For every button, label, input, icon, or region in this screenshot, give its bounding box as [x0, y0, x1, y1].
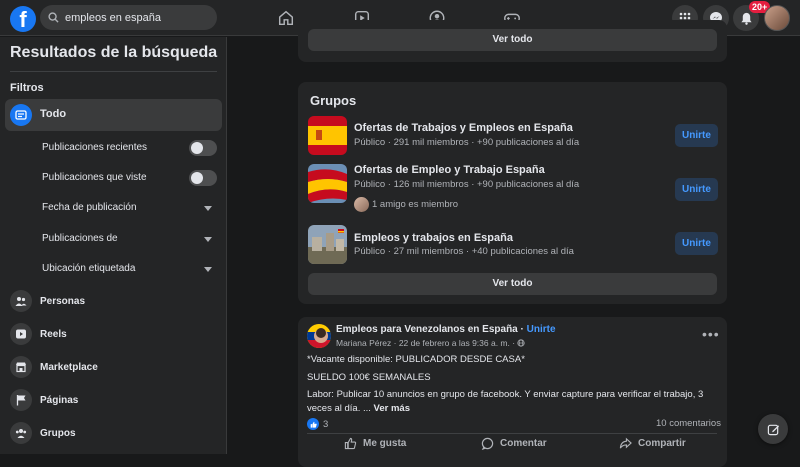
search-box[interactable]	[40, 5, 217, 30]
comment-label: Comentar	[500, 438, 547, 449]
groups-icon	[10, 422, 32, 444]
sidebar-divider	[10, 71, 217, 72]
sidebar-item-label: Marketplace	[40, 361, 98, 373]
group-thumbnail[interactable]	[308, 225, 347, 264]
sidebar-item-marketplace[interactable]: Marketplace	[10, 355, 220, 379]
search-input[interactable]	[65, 11, 205, 24]
group-name[interactable]: Ofertas de Trabajos y Empleos en España	[354, 122, 573, 134]
post-text-line: *Vacante disponible: PUBLICADOR DESDE CA…	[307, 354, 525, 365]
friends-in-group: 1 amigo es miembro	[372, 199, 459, 210]
sidebar-item-people[interactable]: Personas	[10, 289, 220, 313]
groups-section-title: Grupos	[310, 93, 357, 108]
chevron-down-icon[interactable]	[204, 267, 212, 272]
friend-avatar	[354, 197, 369, 212]
search-results-sidebar: Resultados de la búsqueda Filtros Todo P…	[0, 37, 227, 454]
thumbs-up-icon	[344, 437, 357, 450]
post-options-icon[interactable]: •••	[702, 326, 720, 342]
sidebar-item-label: Personas	[40, 295, 86, 307]
post-body: Labor: Publicar 10 anuncios en grupo de …	[307, 388, 717, 416]
sidebar-item-pages[interactable]: Páginas	[10, 388, 220, 412]
sidebar-item-reels[interactable]: Reels	[10, 322, 220, 346]
filter-posted-by[interactable]: Publicaciones de	[42, 233, 118, 244]
like-button[interactable]: Me gusta	[344, 437, 406, 450]
marketplace-icon	[10, 356, 32, 378]
join-group-button[interactable]: Unirte	[675, 178, 718, 201]
recent-posts-toggle[interactable]	[189, 140, 217, 156]
post-group-name[interactable]: Empleos para Venezolanos en España	[336, 324, 518, 335]
filter-seen-posts: Publicaciones que viste	[42, 172, 147, 183]
people-icon	[10, 290, 32, 312]
separator-text: ·	[517, 324, 527, 335]
group-meta: Público · 27 mil miembros · +40 publicac…	[354, 246, 574, 257]
join-group-button[interactable]: Unirte	[675, 232, 718, 255]
sidebar-item-label: Reels	[40, 328, 67, 340]
sidebar-item-label: Grupos	[40, 427, 76, 439]
sidebar-item-groups[interactable]: Grupos	[10, 421, 220, 445]
all-results-icon	[10, 104, 32, 126]
comments-count[interactable]: 10 comentarios	[656, 418, 721, 429]
sidebar-item-label: Páginas	[40, 394, 79, 406]
post-author-line: Mariana Pérez · 22 de febrero a las 9:36…	[336, 338, 526, 348]
home-icon[interactable]	[276, 8, 296, 28]
comment-bubble-icon	[481, 437, 494, 450]
post-join-link[interactable]: Unirte	[527, 324, 556, 335]
join-group-button[interactable]: Unirte	[675, 124, 718, 147]
seen-posts-toggle[interactable]	[189, 170, 217, 186]
share-arrow-icon	[619, 437, 632, 449]
group-meta: Público · 291 mil miembros · +90 publica…	[354, 137, 580, 148]
reactions-summary[interactable]: 3	[307, 418, 328, 430]
new-message-button[interactable]	[758, 414, 788, 444]
sidebar-item-label: Todo	[40, 108, 67, 120]
group-thumbnail[interactable]	[308, 164, 347, 203]
groups-results-card	[298, 82, 727, 304]
chevron-down-icon[interactable]	[204, 237, 212, 242]
see-more-link[interactable]: Ver más	[374, 403, 410, 414]
chevron-down-icon[interactable]	[204, 206, 212, 211]
share-button[interactable]: Compartir	[619, 437, 686, 450]
search-icon	[48, 12, 59, 23]
filter-tagged-location[interactable]: Ubicación etiquetada	[42, 263, 135, 274]
reaction-count: 3	[323, 418, 329, 430]
flag-icon	[10, 389, 32, 411]
post-text-line: Labor: Publicar 10 anuncios en grupo de …	[307, 389, 704, 414]
profile-avatar[interactable]	[764, 5, 790, 31]
group-name[interactable]: Ofertas de Empleo y Trabajo España	[354, 164, 545, 176]
post-divider	[307, 433, 717, 434]
group-name[interactable]: Empleos y trabajos en España	[354, 232, 513, 244]
share-label: Compartir	[638, 438, 686, 449]
post-author-meta[interactable]: Mariana Pérez · 22 de febrero a las 9:36…	[336, 338, 515, 348]
group-meta: Público · 126 mil miembros · +90 publica…	[354, 179, 580, 190]
facebook-logo-icon[interactable]: f	[10, 6, 36, 32]
sidebar-item-todo[interactable]: Todo	[5, 99, 222, 131]
compose-icon	[767, 424, 779, 435]
post-text-line: SUELDO 100€ SEMANALES	[307, 372, 431, 383]
see-all-button[interactable]: Ver todo	[308, 29, 717, 51]
sidebar-title: Resultados de la búsqueda	[10, 44, 218, 61]
globe-icon	[517, 339, 526, 347]
group-thumbnail[interactable]	[308, 116, 347, 155]
see-all-groups-button[interactable]: Ver todo	[308, 273, 717, 295]
post-group-line: Empleos para Venezolanos en España · Uni…	[336, 324, 556, 335]
previous-results-card: Ver todo	[298, 20, 727, 62]
like-label: Me gusta	[363, 438, 407, 449]
group-avatar[interactable]	[307, 324, 331, 348]
filter-recent-posts: Publicaciones recientes	[42, 142, 148, 153]
filters-heading: Filtros	[10, 82, 44, 94]
reels-icon	[10, 323, 32, 345]
like-reaction-icon	[307, 418, 319, 430]
comment-button[interactable]: Comentar	[481, 437, 547, 450]
filter-date-posted[interactable]: Fecha de publicación	[42, 202, 137, 213]
